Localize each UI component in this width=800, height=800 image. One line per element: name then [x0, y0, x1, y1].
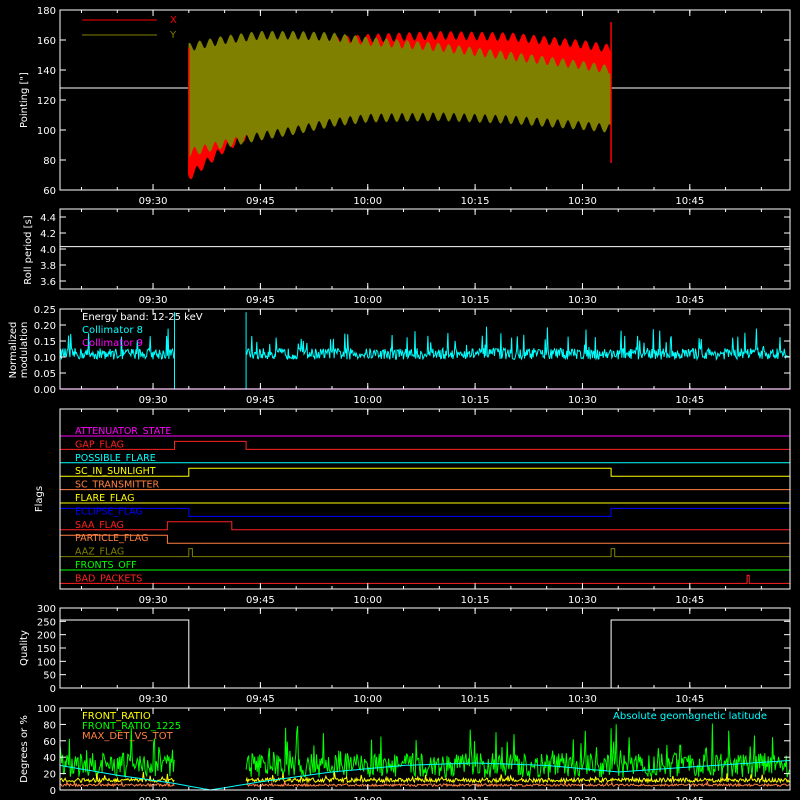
pointing-xtick-label: 09:30: [139, 196, 168, 207]
pointing-xtick-label: 10:00: [353, 196, 382, 207]
modulation-ylabel-line2: modulation: [19, 322, 30, 379]
ratios-ytick-label: 60: [43, 737, 56, 748]
pointing-legend-y-label: Y: [169, 30, 177, 41]
roll-ytick-label: 4.2: [40, 229, 56, 240]
pointing-ytick-label: 100: [37, 126, 56, 137]
flag-label-aaz-flag: AAZ_FLAG: [75, 547, 124, 558]
roll-xtick-label: 09:30: [139, 295, 168, 306]
flag-label-possible-flare: POSSIBLE_FLARE: [75, 453, 156, 464]
quality-xtick-label: 10:30: [568, 694, 597, 705]
flags-xtick-label: 09:45: [246, 595, 275, 606]
pointing-ylabel: Pointing ["]: [19, 72, 30, 128]
quality-xtick-label: 09:30: [139, 694, 168, 705]
ratios-ytick-label: 100: [37, 704, 56, 715]
quality-ytick-label: 50: [43, 671, 56, 682]
roll-ytick-label: 4.4: [40, 213, 56, 224]
mod-ytick-label: 0.15: [34, 337, 56, 348]
mod-ytick-label: 0.10: [34, 353, 56, 364]
hessi-observing-summary-figure: 60 80 100 120 140 160 180 09:30 09:45 10:00 10:15 1…: [0, 0, 800, 800]
mod-xtick-label: 09:45: [246, 395, 275, 406]
roll-ytick-label: 3.6: [40, 277, 56, 288]
quality-xtick-label: 10:00: [353, 694, 382, 705]
modulation-legend-collimator8: Collimator 8: [82, 325, 143, 336]
quality-ylabel: Quality: [19, 630, 30, 666]
ratios-ylabel: Degrees or %: [19, 715, 30, 783]
modulation-ylabel-line1: Normalized: [8, 322, 19, 379]
ratios-legend-max-det-vs-tot: MAX_DET_VS_TOT: [82, 731, 174, 742]
flag-label-bad-packets: BAD_PACKETS: [75, 573, 142, 584]
flag-label-gap-flag: GAP_FLAG: [75, 439, 124, 450]
roll-xtick-label: 10:30: [568, 295, 597, 306]
mod-xtick-label: 10:00: [353, 395, 382, 406]
pointing-xtick-label: 10:30: [568, 196, 597, 207]
quality-ytick-label: 300: [37, 604, 56, 615]
quality-xtick-label: 10:15: [461, 694, 490, 705]
pointing-ytick-label: 160: [37, 36, 56, 47]
pointing-ytick-label: 80: [43, 156, 56, 167]
roll-xtick-label: 10:15: [461, 295, 490, 306]
ratios-xtick-label: 10:15: [461, 796, 490, 800]
flag-label-attenuator-state: ATTENUATOR_STATE: [75, 426, 171, 437]
pointing-ytick-label: 120: [37, 96, 56, 107]
pointing-xtick-label: 09:45: [246, 196, 275, 207]
quality-ytick-label: 250: [37, 617, 56, 628]
mod-ytick-label: 0.05: [34, 369, 56, 380]
ratios-ytick-label: 80: [43, 720, 56, 731]
mod-xtick-label: 10:30: [568, 395, 597, 406]
flags-xtick-label: 09:30: [139, 595, 168, 606]
flags-xtick-label: 10:45: [675, 595, 704, 606]
flags-xtick-label: 10:00: [353, 595, 382, 606]
flag-label-flare-flag: FLARE_FLAG: [75, 493, 135, 504]
pointing-legend-x-label: X: [170, 15, 177, 26]
modulation-energy-band-note: Energy band: 12-25 keV: [82, 312, 203, 323]
quality-xtick-label: 10:45: [675, 694, 704, 705]
flags-ylabel: Flags: [34, 486, 45, 512]
quality-xtick-label: 09:45: [246, 694, 275, 705]
roll-xtick-label: 09:45: [246, 295, 275, 306]
pointing-xtick-label: 10:45: [675, 196, 704, 207]
mod-xtick-label: 10:15: [461, 395, 490, 406]
mod-ytick-label: 0.20: [34, 321, 56, 332]
ratios-xtick-label: 09:30: [139, 796, 168, 800]
flag-label-fronts-off: FRONTS_OFF: [75, 560, 137, 571]
ratios-ytick-label: 0: [50, 786, 56, 797]
pointing-ytick-label: 180: [37, 6, 56, 17]
quality-ytick-label: 100: [37, 657, 56, 668]
ratios-xtick-label: 09:45: [246, 796, 275, 800]
ratios-ytick-label: 20: [43, 770, 56, 781]
modulation-legend-collimator9: Collimator 9: [82, 338, 143, 349]
mod-ytick-label: 0.25: [34, 305, 56, 316]
flag-label-sc-transmitter: SC_TRANSMITTER: [75, 480, 160, 491]
ratios-ytick-label: 40: [43, 753, 56, 764]
roll-ytick-label: 4.0: [40, 245, 56, 256]
flag-label-saa-flag: SAA_FLAG: [75, 520, 124, 531]
flag-label-sc-in-sunlight: SC_IN_SUNLIGHT: [75, 466, 156, 477]
quality-ytick-label: 0: [50, 684, 56, 695]
flags-xtick-label: 10:15: [461, 595, 490, 606]
roll-xtick-label: 10:45: [675, 295, 704, 306]
pointing-ytick-label: 60: [43, 186, 56, 197]
ratios-xtick-label: 10:00: [353, 796, 382, 800]
quality-ytick-label: 200: [37, 631, 56, 642]
mod-xtick-label: 09:30: [139, 395, 168, 406]
mod-ytick-label: 0.00: [34, 385, 56, 396]
roll-xtick-label: 10:00: [353, 295, 382, 306]
pointing-ytick-label: 140: [37, 66, 56, 77]
roll-period-ylabel: Roll period [s]: [23, 215, 34, 284]
ratios-xtick-label: 10:30: [568, 796, 597, 800]
flags-xtick-label: 10:30: [568, 595, 597, 606]
roll-ytick-label: 3.8: [40, 261, 56, 272]
mod-xtick-label: 10:45: [675, 395, 704, 406]
ratios-legend-geomagnetic-latitude: Absolute geomagnetic latitude: [613, 711, 767, 722]
quality-ytick-label: 150: [37, 644, 56, 655]
pointing-xtick-label: 10:15: [461, 196, 490, 207]
ratios-xtick-label: 10:45: [675, 796, 704, 800]
